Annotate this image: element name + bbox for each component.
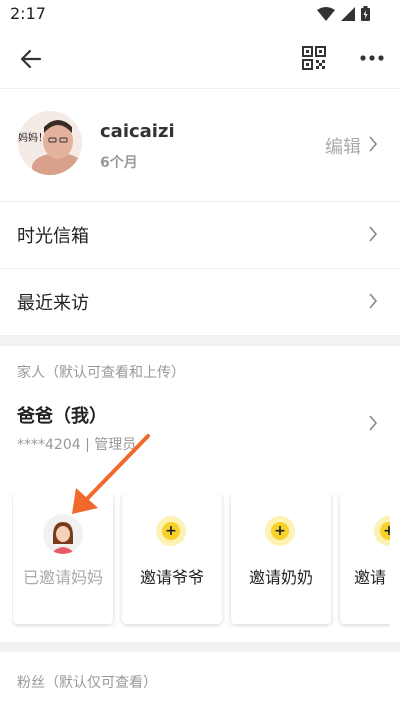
chevron-right-icon — [369, 415, 378, 431]
chevron-right-icon — [369, 226, 378, 242]
menu-item-time-mailbox[interactable]: 时光信箱 — [0, 202, 400, 269]
section-divider — [0, 336, 400, 346]
signal-icon — [341, 6, 355, 21]
add-icon: + — [374, 516, 390, 546]
more-options-icon[interactable] — [360, 55, 384, 61]
profile-name: caicaizi — [100, 121, 175, 142]
top-bar — [0, 28, 400, 89]
menu-item-recent-visitors[interactable]: 最近来访 — [0, 269, 400, 336]
avatar: 妈妈！ — [18, 111, 82, 175]
invite-card-more[interactable]: + 邀请 — [340, 494, 390, 624]
add-icon: + — [156, 516, 186, 546]
qr-code-icon[interactable] — [302, 46, 326, 70]
status-time: 2:17 — [10, 4, 46, 23]
avatar-badge-text: 妈妈！ — [18, 133, 48, 144]
mom-avatar-icon — [43, 514, 83, 554]
invite-label: 邀请 — [353, 568, 386, 587]
invite-label: 邀请爷爷 — [139, 568, 204, 587]
invite-card-grandma[interactable]: + 邀请奶奶 — [231, 494, 331, 624]
fans-section-title: 粉丝（默认仅可查看） — [17, 675, 157, 691]
profile-age: 6个月 — [100, 155, 138, 171]
member-name: 爸爸（我） — [17, 406, 107, 427]
invite-label: 邀请奶奶 — [248, 568, 313, 587]
edit-label[interactable]: 编辑 — [325, 133, 361, 159]
back-arrow-icon[interactable] — [18, 46, 44, 72]
wifi-icon — [317, 6, 335, 21]
battery-icon — [361, 6, 370, 21]
chevron-right-icon — [369, 136, 378, 152]
menu-item-label: 时光信箱 — [17, 226, 89, 247]
invite-label: 已邀请妈妈 — [22, 568, 103, 587]
profile-row[interactable]: 妈妈！ caicaizi 6个月 编辑 — [0, 89, 400, 202]
section-divider — [0, 642, 400, 652]
status-bar: 2:17 — [0, 0, 400, 28]
status-icons — [317, 6, 370, 21]
add-icon: + — [265, 516, 295, 546]
annotation-arrow — [72, 434, 150, 514]
chevron-right-icon — [369, 293, 378, 309]
family-section-title: 家人（默认可查看和上传） — [17, 365, 185, 381]
menu-item-label: 最近来访 — [17, 293, 89, 314]
